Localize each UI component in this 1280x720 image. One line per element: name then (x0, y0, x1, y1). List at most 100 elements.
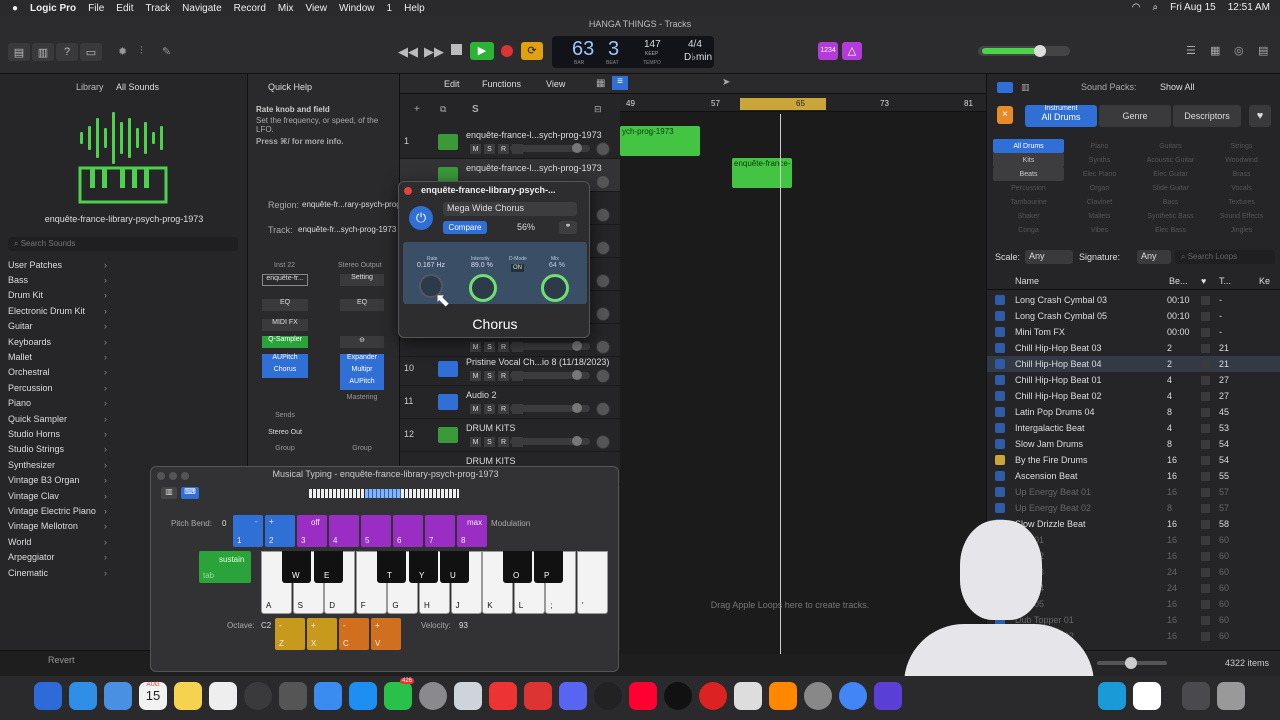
notepad-icon[interactable]: ▦ (1210, 44, 1220, 57)
strip-expander-slot[interactable]: Expander (340, 354, 384, 366)
black-key[interactable]: U (440, 551, 469, 583)
loop-row[interactable]: Chill Hip-Hop Beat 02 4 27 (987, 388, 1280, 404)
black-key[interactable]: Y (409, 551, 438, 583)
intensity-knob[interactable] (469, 274, 497, 302)
chrome-icon[interactable] (839, 682, 867, 710)
discord-icon[interactable] (559, 682, 587, 710)
track-row-10[interactable]: 10 Pristine Vocal Ch...io 8 (11/18/2023)… (400, 353, 620, 386)
browser-icon[interactable]: ▤ (1258, 44, 1268, 57)
strip-mastering-button[interactable]: Mastering (340, 394, 384, 401)
key-c[interactable]: -C (339, 618, 369, 650)
track-row-1[interactable]: 1 enquête-france-l...sych-prog-1973 MSRI (400, 126, 620, 159)
compare-button[interactable]: Compare (443, 221, 487, 234)
favorite-checkbox[interactable] (1201, 599, 1210, 609)
key-1[interactable]: -1 (233, 515, 263, 547)
drive-icon[interactable] (1133, 682, 1161, 710)
region-label[interactable]: Region: (268, 200, 299, 210)
close-icon[interactable] (404, 187, 412, 195)
sound-packs-filter[interactable]: Show All (1160, 82, 1195, 92)
library-search[interactable]: ⌕ Search Sounds (8, 237, 238, 251)
track-row-12[interactable]: 12 DRUM KITS MSRI (400, 419, 620, 452)
mute-button[interactable]: M (470, 404, 481, 414)
library-category[interactable]: Vintage Electric Piano › (0, 503, 118, 518)
pan-knob[interactable] (596, 435, 610, 449)
track-volume-slider[interactable] (510, 370, 590, 380)
pan-knob[interactable] (596, 241, 610, 255)
track-name[interactable]: Pristine Vocal Ch...io 8 (11/18/2023) (466, 357, 609, 367)
instrument-filter[interactable]: Synthetic Bass (1135, 209, 1206, 223)
loop-search[interactable]: ⌕ Search Loops (1175, 250, 1275, 264)
instrument-filter[interactable]: Percussion (993, 181, 1064, 195)
preset-menu[interactable]: Mega Wide Chorus (443, 202, 577, 216)
track-name[interactable]: Audio 2 (466, 390, 497, 400)
instrument-filter[interactable]: Vocals (1206, 181, 1277, 195)
loops-tab-icon[interactable] (997, 82, 1013, 93)
loop-browser-icon[interactable]: ◎ (1234, 44, 1244, 57)
inspector-button[interactable]: ▥ (32, 43, 54, 61)
instrument-filter[interactable]: Strings (1206, 139, 1277, 153)
pan-knob[interactable] (596, 340, 610, 354)
library-filter[interactable]: All Sounds (116, 82, 159, 92)
view-menu[interactable]: View (546, 79, 565, 89)
settings-icon[interactable]: ✹ (118, 45, 127, 58)
trash-icon[interactable] (1217, 682, 1245, 710)
instrument-filter[interactable]: Mallets (1064, 209, 1135, 223)
solo-button[interactable]: S (484, 342, 495, 352)
favorite-checkbox[interactable] (1201, 519, 1210, 529)
library-category[interactable]: Bass › (0, 272, 118, 287)
strip-chorus-slot[interactable]: Chorus (262, 366, 308, 378)
rate-value[interactable]: 0.167 Hz (417, 262, 445, 269)
apple-icon[interactable]: ● (12, 3, 18, 14)
record-enable-button[interactable]: R (498, 404, 509, 414)
white-key[interactable]: ' (577, 551, 608, 614)
key-z[interactable]: -Z (275, 618, 305, 650)
messages-icon[interactable]: 426 (384, 678, 415, 710)
instrument-filter[interactable]: Jingles (1206, 223, 1277, 237)
stop-icon[interactable] (451, 44, 462, 55)
loop-row[interactable]: Up Energy Beat 02 8 57 (987, 500, 1280, 516)
instrument-filter[interactable]: Brass (1206, 167, 1277, 181)
strip-eq-button-2[interactable]: EQ (340, 299, 384, 311)
wifi-icon[interactable]: ◠ (1132, 2, 1141, 13)
instrument-filter[interactable]: Beats (993, 167, 1064, 181)
menu-window[interactable]: Window (339, 3, 375, 14)
track-options-icon[interactable]: ⊟ (594, 104, 602, 115)
mail-icon[interactable] (104, 682, 132, 710)
strip-setting-button[interactable]: Setting (340, 274, 384, 286)
loop-row[interactable]: Long Crash Cymbal 05 00:10 - (987, 308, 1280, 324)
key-4[interactable]: 4 (329, 515, 359, 547)
app-store-icon[interactable] (349, 682, 377, 710)
menu-navigate[interactable]: Navigate (182, 3, 221, 14)
instrument-filter[interactable]: Kits (993, 153, 1064, 167)
loop-row[interactable]: Long Crash Cymbal 03 00:10 - (987, 292, 1280, 308)
list-view-icon[interactable]: ≡ (612, 76, 628, 90)
black-key[interactable]: W (282, 551, 311, 583)
key-7[interactable]: 7 (425, 515, 455, 547)
pan-knob[interactable] (596, 307, 610, 321)
scale-select[interactable]: Any (1025, 250, 1073, 264)
global-solo-button[interactable]: S (472, 104, 479, 115)
app-icon[interactable] (524, 682, 552, 710)
library-category[interactable]: Studio Horns › (0, 426, 118, 441)
mute-button[interactable]: M (470, 342, 481, 352)
pointer-tool-icon[interactable]: ➤ (722, 77, 730, 88)
keyboard-layout-icon[interactable]: ⌨ (181, 487, 199, 499)
notes-icon[interactable] (174, 682, 202, 710)
mute-button[interactable]: M (470, 371, 481, 381)
menubar-date[interactable]: Fri Aug 15 (1170, 2, 1216, 13)
track-row-11[interactable]: 11 Audio 2 MSRI (400, 386, 620, 419)
instrument-filter[interactable]: Clavinet (1064, 195, 1135, 209)
pan-knob[interactable] (596, 369, 610, 383)
youtube-icon[interactable] (629, 682, 657, 710)
instrument-filter[interactable]: Tambourine (993, 195, 1064, 209)
menu-track[interactable]: Track (146, 3, 171, 14)
library-category[interactable]: Piano › (0, 396, 118, 411)
library-category[interactable]: Percussion › (0, 380, 118, 395)
loop-row[interactable]: By the Fire Drums 16 54 (987, 452, 1280, 468)
mute-button[interactable]: M (470, 437, 481, 447)
link-icon[interactable]: ⚭ (559, 221, 577, 234)
track-name[interactable]: DRUM KITS (466, 456, 516, 466)
track-name[interactable]: enquête-france-l...sych-prog-1973 (466, 163, 602, 173)
revert-button[interactable]: Revert (48, 655, 75, 665)
pan-knob[interactable] (596, 142, 610, 156)
